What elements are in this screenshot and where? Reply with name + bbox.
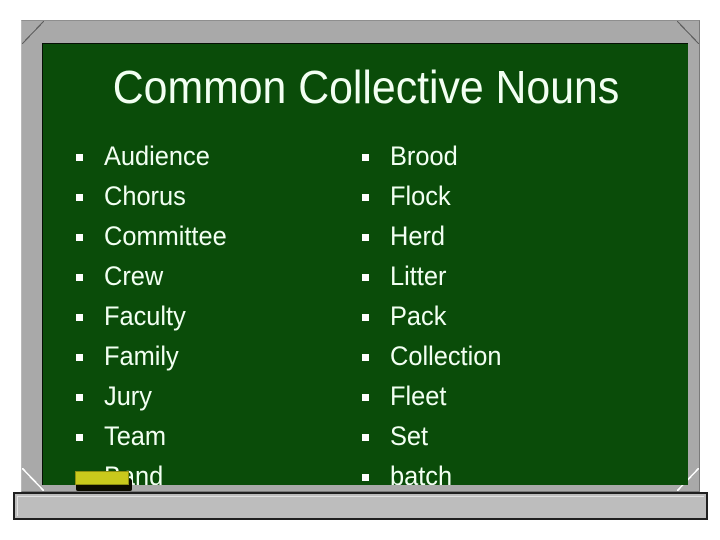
list-item-label: batch <box>390 461 453 485</box>
square-bullet-icon <box>362 354 369 361</box>
list-item: Flock <box>362 176 642 216</box>
square-bullet-icon <box>76 234 83 241</box>
square-bullet-icon <box>362 314 369 321</box>
square-bullet-icon <box>362 474 369 481</box>
list-item-label: Brood <box>390 141 458 171</box>
square-bullet-icon <box>76 314 83 321</box>
list-item: Brood <box>362 136 642 176</box>
list-item: Jury <box>76 376 344 416</box>
presentation-slide: Common Collective Nouns Audience Chorus … <box>0 0 720 540</box>
chalk-stick <box>75 471 132 491</box>
slide-content: Common Collective Nouns Audience Chorus … <box>43 44 688 485</box>
list-item-label: Jury <box>104 381 152 411</box>
square-bullet-icon <box>76 394 83 401</box>
chalk-tray <box>13 492 708 520</box>
list-item: Committee <box>76 216 344 256</box>
list-item: Litter <box>362 256 642 296</box>
list-item-label: Collection <box>390 341 502 371</box>
list-item-label: Flock <box>390 181 451 211</box>
list-item-label: Herd <box>390 221 446 251</box>
noun-columns: Audience Chorus Committee Crew Faculty F… <box>43 136 688 485</box>
square-bullet-icon <box>76 354 83 361</box>
square-bullet-icon <box>362 234 369 241</box>
square-bullet-icon <box>76 434 83 441</box>
list-item: Collection <box>362 336 642 376</box>
square-bullet-icon <box>362 434 369 441</box>
square-bullet-icon <box>362 194 369 201</box>
list-item: Family <box>76 336 344 376</box>
list-item: Pack <box>362 296 642 336</box>
square-bullet-icon <box>76 274 83 281</box>
frame-corner-top-left <box>22 21 44 44</box>
list-item-label: Faculty <box>104 301 186 331</box>
frame-corner-bottom-left <box>22 468 44 491</box>
list-item: Team <box>76 416 344 456</box>
list-item-label: Team <box>104 421 167 451</box>
square-bullet-icon <box>76 154 83 161</box>
chalkboard-surface: Common Collective Nouns Audience Chorus … <box>42 43 688 485</box>
slide-title: Common Collective Nouns <box>112 61 620 113</box>
square-bullet-icon <box>362 274 369 281</box>
list-item-label: Family <box>104 341 179 371</box>
list-item-label: Fleet <box>390 381 447 411</box>
list-item-label: Chorus <box>104 181 186 211</box>
list-item: Audience <box>76 136 344 176</box>
square-bullet-icon <box>76 194 83 201</box>
list-item-label: Crew <box>104 261 164 291</box>
list-item: Chorus <box>76 176 344 216</box>
list-item-label: Pack <box>390 301 447 331</box>
list-item: Crew <box>76 256 344 296</box>
frame-corner-top-right <box>677 21 699 44</box>
list-item-label: Litter <box>390 261 447 291</box>
square-bullet-icon <box>362 394 369 401</box>
right-noun-column: Brood Flock Herd Litter Pack Collection … <box>362 136 642 485</box>
list-item: Herd <box>362 216 642 256</box>
square-bullet-icon <box>362 154 369 161</box>
chalk-body <box>75 471 129 485</box>
list-item: Faculty <box>76 296 344 336</box>
list-item: batch <box>362 456 642 485</box>
list-item-label: Committee <box>104 221 227 251</box>
left-noun-column: Audience Chorus Committee Crew Faculty F… <box>76 136 344 485</box>
chalk-tray-inner <box>17 496 704 516</box>
list-item-label: Audience <box>104 141 210 171</box>
list-item-label: Set <box>390 421 429 451</box>
list-item: Set <box>362 416 642 456</box>
list-item: Fleet <box>362 376 642 416</box>
